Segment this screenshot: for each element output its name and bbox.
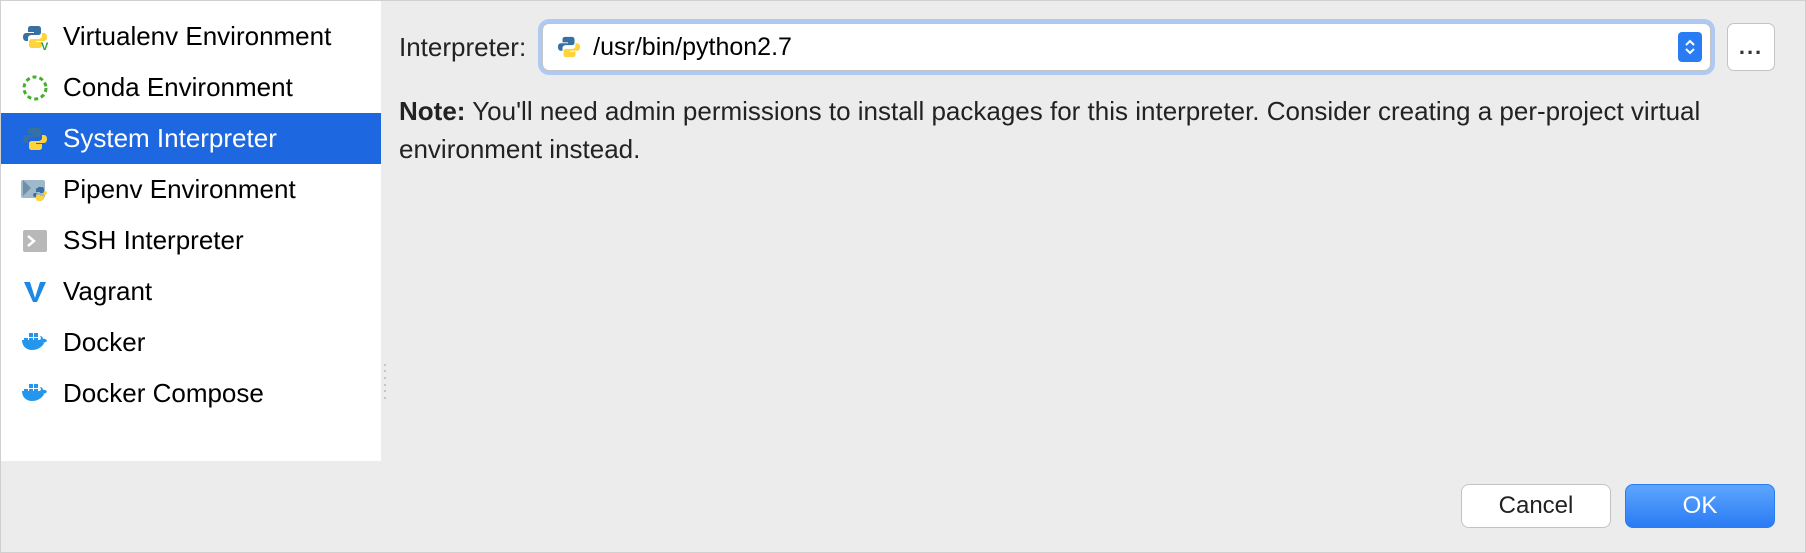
sidebar-item-vagrant[interactable]: Vagrant: [1, 266, 381, 317]
sidebar-item-label: Vagrant: [63, 276, 152, 307]
interpreter-label: Interpreter:: [399, 32, 526, 63]
main-panel: Interpreter: /usr/bin/python2.7 ... Note…: [389, 1, 1805, 552]
vagrant-icon: [19, 278, 51, 306]
sidebar-item-label: Docker Compose: [63, 378, 264, 409]
more-button[interactable]: ...: [1727, 23, 1775, 71]
sidebar-item-ssh[interactable]: SSH Interpreter: [1, 215, 381, 266]
more-button-label: ...: [1739, 34, 1763, 60]
docker-compose-icon: [19, 380, 51, 408]
sidebar-item-conda[interactable]: Conda Environment: [1, 62, 381, 113]
sidebar-item-label: Docker: [63, 327, 145, 358]
sidebar-item-docker-compose[interactable]: Docker Compose: [1, 368, 381, 419]
note-body: You'll need admin permissions to install…: [399, 96, 1700, 164]
sidebar-item-label: Pipenv Environment: [63, 174, 296, 205]
note-text: Note: You'll need admin permissions to i…: [399, 93, 1775, 168]
note-label: Note:: [399, 96, 465, 126]
sidebar-item-label: Virtualenv Environment: [63, 21, 331, 52]
cancel-button[interactable]: Cancel: [1461, 484, 1611, 528]
drag-handle[interactable]: [381, 211, 389, 552]
ok-button[interactable]: OK: [1625, 484, 1775, 528]
sidebar-item-pipenv[interactable]: Pipenv Environment: [1, 164, 381, 215]
python-icon: [19, 125, 51, 153]
cancel-button-label: Cancel: [1499, 492, 1574, 520]
button-row: Cancel OK: [1461, 484, 1775, 528]
svg-text:V: V: [41, 41, 49, 50]
conda-icon: [19, 74, 51, 102]
sidebar-item-label: Conda Environment: [63, 72, 293, 103]
sidebar-item-system-interpreter[interactable]: System Interpreter: [1, 113, 381, 164]
pipenv-icon: [19, 176, 51, 204]
sidebar-item-label: System Interpreter: [63, 123, 277, 154]
dropdown-arrows-icon: [1678, 32, 1702, 62]
sidebar-item-label: SSH Interpreter: [63, 225, 244, 256]
interpreter-dropdown[interactable]: /usr/bin/python2.7: [542, 23, 1711, 71]
sidebar-item-docker[interactable]: Docker: [1, 317, 381, 368]
sidebar: V Virtualenv Environment Conda Environme…: [1, 1, 381, 461]
docker-icon: [19, 329, 51, 357]
python-icon: [555, 35, 583, 59]
interpreter-value: /usr/bin/python2.7: [593, 33, 792, 62]
ok-button-label: OK: [1683, 492, 1718, 520]
python-venv-icon: V: [19, 23, 51, 51]
ssh-icon: [19, 227, 51, 255]
sidebar-item-virtualenv[interactable]: V Virtualenv Environment: [1, 11, 381, 62]
